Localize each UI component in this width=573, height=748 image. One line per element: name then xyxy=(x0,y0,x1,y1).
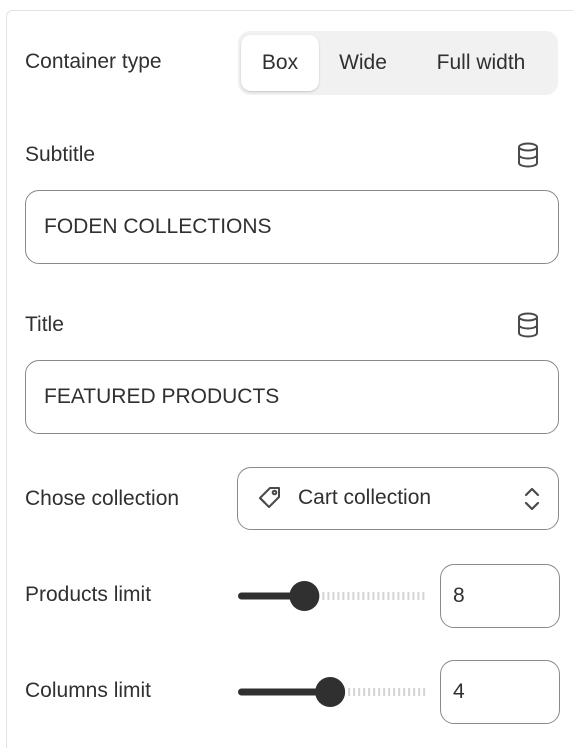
title-dynamic-source-icon[interactable] xyxy=(514,311,542,339)
title-input[interactable]: FEATURED PRODUCTS xyxy=(25,360,559,434)
slider-track-tick xyxy=(377,592,380,600)
slider-track-tick xyxy=(412,592,415,600)
subtitle-label: Subtitle xyxy=(25,143,96,166)
slider-track-tick xyxy=(422,592,425,600)
container-type-segmented-control: Box Wide Full width xyxy=(238,31,558,95)
slider-track-tick xyxy=(392,592,395,600)
slider-track-tick xyxy=(417,592,420,600)
slider-track-tick xyxy=(358,688,361,696)
slider-track-tick xyxy=(373,688,376,696)
slider-track-tick xyxy=(378,688,381,696)
slider-track-tick xyxy=(403,688,406,696)
title-label: Title xyxy=(25,313,64,336)
slider-thumb[interactable] xyxy=(315,677,346,707)
container-type-wide-option[interactable]: Wide xyxy=(319,35,407,91)
slider-track-tick xyxy=(353,688,356,696)
slider-track-tick xyxy=(347,592,350,600)
slider-track-tick xyxy=(382,592,385,600)
columns-limit-input[interactable]: 4 xyxy=(440,660,560,724)
products-limit-label: Products limit xyxy=(25,583,152,606)
tag-icon xyxy=(256,484,284,512)
container-type-label: Container type xyxy=(25,50,162,73)
slider-track-tick xyxy=(342,592,345,600)
slider-track-tick xyxy=(367,592,370,600)
slider-track-tick xyxy=(332,592,335,600)
slider-track-tick xyxy=(352,592,355,600)
collection-label: Chose collection xyxy=(25,487,180,510)
container-type-full-width-option[interactable]: Full width xyxy=(407,35,555,91)
slider-track-tick xyxy=(348,688,351,696)
slider-track-tick xyxy=(357,592,360,600)
slider-track-tick xyxy=(413,688,416,696)
columns-limit-label: Columns limit xyxy=(25,679,152,702)
slider-track-tick xyxy=(418,688,421,696)
slider-track-tick xyxy=(363,688,366,696)
slider-track-tick xyxy=(322,592,325,600)
collection-select[interactable]: Cart collection xyxy=(237,467,559,530)
slider-track-tick xyxy=(372,592,375,600)
slider-track-tick xyxy=(398,688,401,696)
slider-track-tick xyxy=(388,688,391,696)
slider-track-tick xyxy=(337,592,340,600)
slider-track-tick xyxy=(387,592,390,600)
slider-track-tick xyxy=(408,688,411,696)
slider-thumb[interactable] xyxy=(289,581,320,611)
products-limit-input[interactable]: 8 xyxy=(440,564,560,628)
slider-track-tick xyxy=(368,688,371,696)
slider-track-tick xyxy=(327,592,330,600)
slider-track-tick xyxy=(397,592,400,600)
select-chevron-icon xyxy=(520,484,544,514)
collection-select-value: Cart collection xyxy=(298,486,432,509)
slider-track-tick xyxy=(407,592,410,600)
slider-track-tick xyxy=(393,688,396,696)
container-type-box-option[interactable]: Box xyxy=(241,35,319,91)
slider-track-tick xyxy=(383,688,386,696)
subtitle-dynamic-source-icon[interactable] xyxy=(514,141,542,169)
columns-limit-slider[interactable] xyxy=(238,677,426,707)
subtitle-input[interactable]: FODEN COLLECTIONS xyxy=(25,190,559,264)
slider-track-tick xyxy=(423,688,426,696)
products-limit-slider[interactable] xyxy=(238,581,426,611)
slider-track-tick xyxy=(402,592,405,600)
slider-track-tick xyxy=(362,592,365,600)
